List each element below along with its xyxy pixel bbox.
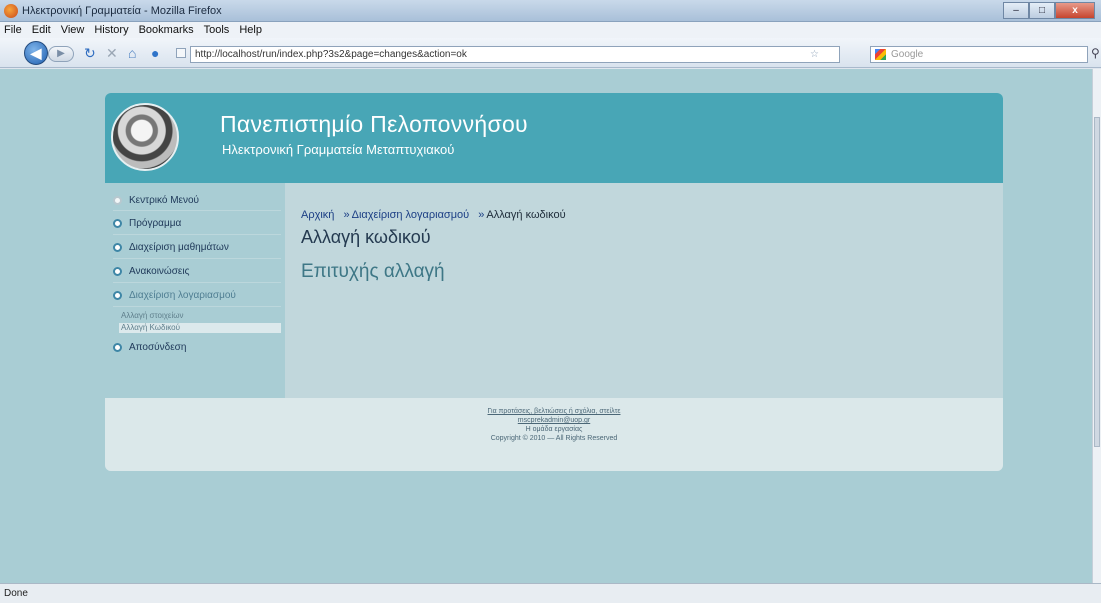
main-content: Αρχική » Διαχείριση λογαριασμού » Αλλαγή κ… [285, 183, 1003, 398]
sidebar-item-account[interactable]: Διαχείριση λογαριασμού [113, 285, 281, 307]
sidebar-item-label: Πρόγραμμα [129, 218, 182, 229]
site-container: Πανεπιστημίο Πελοποννήσου Ηλεκτρονική Γρ… [105, 93, 1003, 471]
sidebar-item-label: Διαχείριση λογαριασμού [129, 290, 236, 301]
breadcrumb: Αρχική » Διαχείριση λογαριασμού » Αλλαγή κ… [301, 209, 566, 221]
sidebar-item-logout[interactable]: Αποσύνδεση [113, 336, 281, 358]
breadcrumb-separator: » [343, 209, 350, 221]
search-placeholder: Google [891, 49, 924, 60]
status-bar: Done [0, 583, 1101, 603]
sidebar-menu: Κεντρικό Μενού Πρόγραμμα Διαχείριση μαθη… [105, 183, 285, 398]
search-icon[interactable]: ⚲ [1091, 46, 1100, 60]
sidebar-item-program[interactable]: Πρόγραμμα [113, 213, 281, 235]
navigation-toolbar: ◀ ▶ ↻ ✕ ⌂ ● http://localhost/run/index.p… [0, 38, 1101, 68]
firefox-icon [4, 4, 18, 18]
breadcrumb-section-link[interactable]: Διαχείριση λογαριασμού [352, 209, 470, 221]
university-logo [111, 103, 179, 171]
home-icon[interactable]: ⌂ [128, 46, 136, 60]
site-header: Πανεπιστημίο Πελοποννήσου Ηλεκτρονική Γρ… [105, 93, 1003, 183]
footer-feedback-text: Για προτάσεις, βελτιώσεις ή σχόλια, στεί… [487, 408, 621, 415]
back-button[interactable]: ◀ [24, 41, 48, 65]
page-title: Αλλαγή κωδικού [301, 227, 431, 247]
reload-icon[interactable]: ↻ [84, 46, 96, 60]
site-title: Πανεπιστημίο Πελοποννήσου [220, 111, 528, 137]
page-icon [176, 48, 186, 58]
breadcrumb-current: Αλλαγή κωδικού [486, 209, 566, 221]
forward-button[interactable]: ▶ [48, 46, 74, 62]
sidebar-item-label: Διαχείριση μαθημάτων [129, 242, 229, 253]
sidebar-item-courses[interactable]: Διαχείριση μαθημάτων [113, 237, 281, 259]
breadcrumb-separator: » [478, 209, 485, 221]
success-message: Επιτυχής αλλαγή [301, 261, 445, 282]
minimize-button[interactable]: – [1003, 2, 1029, 19]
menu-help[interactable]: Help [239, 22, 262, 38]
breadcrumb-home-link[interactable]: Αρχική [301, 209, 334, 221]
sidebar-item-main-menu[interactable]: Κεντρικό Μενού [113, 191, 281, 211]
stop-icon[interactable]: ✕ [106, 46, 118, 60]
close-button[interactable]: x [1055, 2, 1095, 19]
menu-bookmarks[interactable]: Bookmarks [139, 22, 194, 38]
menu-edit[interactable]: Edit [32, 22, 51, 38]
star-icon[interactable]: ☆ [810, 47, 819, 62]
status-text: Done [4, 588, 28, 599]
google-icon [875, 49, 886, 60]
sidebar-subitem-change-details[interactable]: Αλλαγή στοιχείων [119, 311, 281, 321]
footer-email-link[interactable]: mscprekadmin@uop.gr [105, 416, 1003, 425]
menu-tools[interactable]: Tools [204, 22, 230, 38]
sidebar-subitem-change-password[interactable]: Αλλαγή Κωδικού [119, 323, 281, 333]
site-subtitle: Ηλεκτρονική Γραμματεία Μεταπτυχιακού [222, 142, 455, 157]
bookmark-icon[interactable]: ● [151, 46, 159, 60]
window-title: Ηλεκτρονική Γραμματεία - Mozilla Firefox [22, 5, 222, 17]
menu-history[interactable]: History [94, 22, 128, 38]
menu-view[interactable]: View [61, 22, 85, 38]
page-viewport: Πανεπιστημίο Πελοποννήσου Ηλεκτρονική Γρ… [0, 69, 1092, 583]
bullet-icon [113, 196, 122, 205]
footer-copyright: Copyright © 2010 — All Rights Reserved [490, 435, 618, 442]
bullet-icon [113, 219, 122, 228]
sidebar-item-label: Αποσύνδεση [129, 341, 187, 353]
vertical-scrollbar[interactable] [1092, 69, 1101, 583]
window-controls: – □ x [1003, 2, 1095, 19]
window-titlebar: Ηλεκτρονική Γραμματεία - Mozilla Firefox… [0, 0, 1101, 22]
bullet-icon [113, 267, 122, 276]
sidebar-item-label: Κεντρικό Μενού [129, 195, 200, 206]
url-bar[interactable]: http://localhost/run/index.php?3s2&page=… [190, 46, 840, 63]
bullet-icon [113, 291, 122, 300]
bullet-icon [113, 342, 122, 352]
scrollbar-thumb[interactable] [1094, 117, 1100, 447]
site-footer: Για προτάσεις, βελτιώσεις ή σχόλια, στεί… [105, 398, 1003, 471]
footer-team-text: Η ομάδα εργασίας [525, 426, 583, 433]
search-input[interactable]: Google [870, 46, 1088, 63]
maximize-button[interactable]: □ [1029, 2, 1055, 19]
sidebar-item-announcements[interactable]: Ανακοινώσεις [113, 261, 281, 283]
menu-file[interactable]: File [4, 22, 22, 38]
url-text: http://localhost/run/index.php?3s2&page=… [195, 49, 467, 60]
sidebar-item-label: Ανακοινώσεις [129, 266, 190, 277]
menu-bar: File Edit View History Bookmarks Tools H… [0, 22, 1101, 38]
bullet-icon [113, 243, 122, 252]
